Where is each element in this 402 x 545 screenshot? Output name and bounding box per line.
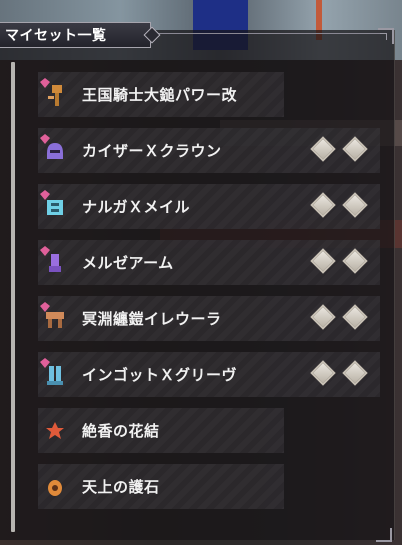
panel-corner-ornament-bottom xyxy=(376,528,392,542)
equipment-row-chest[interactable]: ナルガＸメイル xyxy=(38,184,380,229)
empty-slot-icon[interactable] xyxy=(342,192,368,218)
talisman-icon xyxy=(42,474,68,500)
gem-icon xyxy=(40,189,50,200)
equipment-row-arms[interactable]: メルゼアーム xyxy=(38,240,380,285)
leg-armor-icon xyxy=(40,357,68,388)
hammer-icon xyxy=(40,77,68,108)
decoration-slots xyxy=(310,136,368,162)
empty-slot-icon[interactable] xyxy=(342,304,368,330)
decoration-slots xyxy=(310,192,368,218)
gem-icon xyxy=(40,77,50,88)
empty-slot-icon[interactable] xyxy=(310,136,336,162)
decoration-slots xyxy=(310,360,368,386)
empty-slot-icon[interactable] xyxy=(310,248,336,274)
equipment-name: 絶香の花結 xyxy=(82,422,160,440)
empty-slot-icon[interactable] xyxy=(342,136,368,162)
decoration-slots xyxy=(310,304,368,330)
charm-flower-icon xyxy=(42,418,68,444)
equipment-list: 王国騎士大鎚パワー改 カイザーＸクラウン ナルガＸメイル メルゼアーム 冥淵纏鎧… xyxy=(38,72,388,520)
chest-armor-icon xyxy=(40,189,68,220)
equipment-name: ナルガＸメイル xyxy=(82,198,191,216)
equipment-name: 王国騎士大鎚パワー改 xyxy=(82,86,238,104)
equipment-name: 冥淵纏鎧イレウーラ xyxy=(82,310,222,328)
page-title: マイセット一覧 xyxy=(5,28,107,44)
empty-slot-icon[interactable] xyxy=(310,360,336,386)
scrollbar[interactable] xyxy=(11,62,15,532)
helm-icon xyxy=(40,133,68,164)
equipment-row-charm[interactable]: 絶香の花結 xyxy=(38,408,284,453)
empty-slot-icon[interactable] xyxy=(310,304,336,330)
panel-top-border xyxy=(150,33,382,34)
panel-corner-ornament xyxy=(378,28,394,44)
equipment-name: 天上の護石 xyxy=(82,478,160,496)
equipment-row-weapon[interactable]: 王国騎士大鎚パワー改 xyxy=(38,72,284,117)
equipment-row-talisman[interactable]: 天上の護石 xyxy=(38,464,284,509)
gem-icon xyxy=(40,357,50,368)
empty-slot-icon[interactable] xyxy=(342,248,368,274)
equipment-row-legs[interactable]: インゴットＸグリーヴ xyxy=(38,352,380,397)
equipment-row-waist[interactable]: 冥淵纏鎧イレウーラ xyxy=(38,296,380,341)
decoration-slots xyxy=(310,248,368,274)
gem-icon xyxy=(40,301,50,312)
gem-icon xyxy=(40,245,50,256)
equipment-row-head[interactable]: カイザーＸクラウン xyxy=(38,128,380,173)
equipment-name: インゴットＸグリーヴ xyxy=(82,366,238,384)
gem-icon xyxy=(40,133,50,144)
arm-armor-icon xyxy=(40,245,68,276)
empty-slot-icon[interactable] xyxy=(342,360,368,386)
equipment-name: メルゼアーム xyxy=(82,254,174,272)
equipment-name: カイザーＸクラウン xyxy=(82,142,222,160)
empty-slot-icon[interactable] xyxy=(310,192,336,218)
waist-armor-icon xyxy=(40,301,68,332)
panel-title-tab: マイセット一覧 xyxy=(0,22,161,48)
